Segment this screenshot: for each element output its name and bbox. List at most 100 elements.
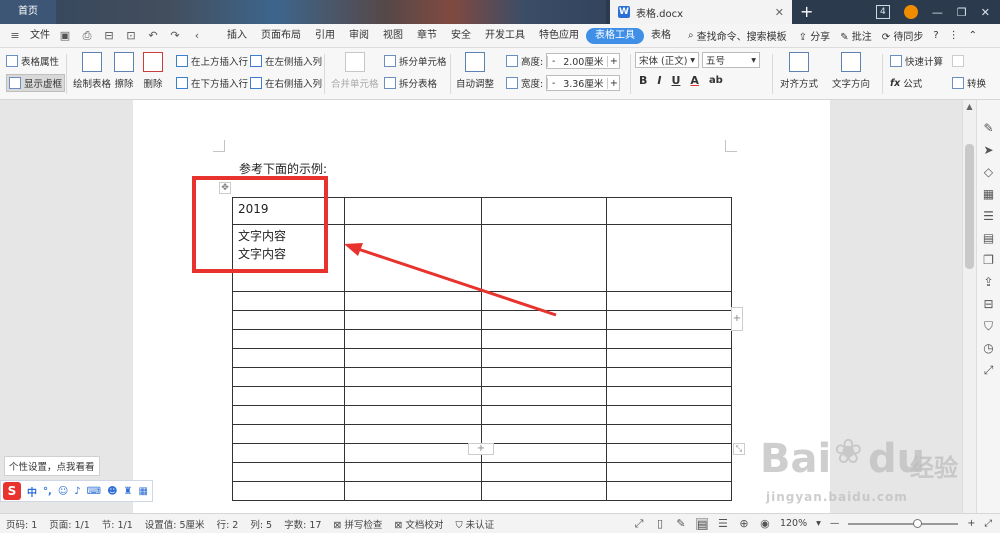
zoom-level[interactable]: 120% [780, 518, 807, 529]
menu-icon[interactable]: ≡ [8, 29, 22, 43]
close-tab-icon[interactable]: ✕ [775, 6, 784, 19]
delete-button[interactable]: 删除 [143, 52, 163, 90]
draw-table-button[interactable]: 绘制表格 [73, 52, 111, 90]
tab-page-layout[interactable]: 页面布局 [254, 24, 308, 48]
print-icon[interactable]: ⊟ [102, 29, 116, 43]
expand-status-icon[interactable]: ⤢ [984, 518, 992, 529]
pen-icon[interactable]: ✎ [982, 122, 995, 135]
font-name-select[interactable]: 宋体 (正文) ▾ [635, 52, 699, 68]
tab-review[interactable]: 审阅 [342, 24, 376, 48]
more-icon[interactable]: ⋮ [949, 30, 959, 41]
user-icon[interactable]: ☻ [107, 486, 117, 497]
decrease-icon[interactable]: - [547, 77, 559, 89]
italic-icon[interactable]: I [657, 74, 661, 87]
grid-menu-icon[interactable]: ▦ [138, 486, 147, 497]
zoom-in-icon[interactable]: + [967, 518, 975, 529]
sync-button[interactable]: ⟳ 待同步 [882, 28, 924, 43]
chevron-down-icon[interactable]: ▾ [816, 518, 821, 529]
share-panel-icon[interactable]: ⇪ [982, 276, 995, 289]
font-size-select[interactable]: 五号 ▾ [702, 52, 760, 68]
emoji-icon[interactable]: ☺ [58, 486, 68, 497]
tab-home[interactable]: 首页 [0, 0, 56, 24]
restore-icon[interactable]: ❐ [957, 6, 967, 19]
table-props-button[interactable]: 表格属性 [6, 52, 65, 70]
highlight-icon[interactable]: ab [709, 75, 723, 86]
scroll-left-icon[interactable]: ‹ [190, 29, 204, 43]
history-icon[interactable]: ◷ [982, 342, 995, 355]
tab-developer[interactable]: 开发工具 [478, 24, 532, 48]
document-icon[interactable]: ▤ [982, 232, 995, 245]
help-icon[interactable]: ? [933, 30, 938, 41]
tab-table-style[interactable]: 表格 [644, 24, 678, 48]
convert-button[interactable]: 转换 [952, 74, 986, 92]
status-pages[interactable]: 页面: 1/1 [43, 517, 96, 531]
underline-icon[interactable]: U [671, 74, 680, 87]
close-window-icon[interactable]: ✕ [981, 6, 990, 19]
layers-icon[interactable]: ❐ [982, 254, 995, 267]
minimize-icon[interactable]: — [932, 6, 943, 19]
align-button[interactable]: 对齐方式 [780, 52, 818, 90]
language-toggle[interactable]: 中 [27, 484, 37, 499]
font-color-icon[interactable]: A [690, 74, 699, 87]
status-word-count[interactable]: 字数: 17 [278, 517, 327, 531]
undo-icon[interactable]: ↶ [146, 29, 160, 43]
bold-icon[interactable]: B [639, 74, 647, 87]
file-menu[interactable]: 文件 [30, 24, 50, 48]
zoom-out-icon[interactable]: — [830, 518, 840, 529]
avatar[interactable] [903, 5, 918, 19]
eye-protection-icon[interactable]: ◉ [759, 517, 771, 530]
outline-view-icon[interactable]: ☰ [717, 517, 729, 530]
tab-count-badge[interactable]: 4 [875, 5, 890, 19]
split-table-button[interactable]: 拆分表格 [384, 74, 447, 92]
redo-icon[interactable]: ↷ [168, 29, 182, 43]
cursor-icon[interactable]: ➤ [982, 144, 995, 157]
width-value[interactable]: 3.36厘米 [559, 76, 607, 90]
settings-sliders-icon[interactable]: ☰ [982, 210, 995, 223]
web-view-icon[interactable]: ⊕ [738, 517, 750, 530]
expand-icon[interactable]: ⤢ [982, 364, 995, 377]
status-set-value[interactable]: 设置值: 5厘米 [139, 517, 211, 531]
tab-view[interactable]: 视图 [376, 24, 410, 48]
tab-table-tools[interactable]: 表格工具 [586, 27, 644, 44]
microphone-icon[interactable]: ♪ [74, 486, 80, 497]
command-search[interactable]: ⌕ 查找命令、搜索模板 [688, 28, 787, 43]
fullscreen-icon[interactable]: ⤢ [633, 517, 645, 530]
height-stepper[interactable]: -2.00厘米 + [546, 53, 621, 69]
save-icon[interactable]: ▣ [58, 29, 72, 43]
sogou-logo-icon[interactable]: S [3, 482, 21, 500]
increase-icon[interactable]: + [607, 77, 619, 89]
skin-icon[interactable]: ♜ [124, 486, 133, 497]
quick-calc-button[interactable]: 快速计算 [890, 52, 943, 70]
insert-below-button[interactable]: 在下方插入行 [176, 74, 248, 92]
shapes-icon[interactable]: ◇ [982, 166, 995, 179]
text-direction-button[interactable]: 文字方向 [832, 52, 870, 90]
formula-button[interactable]: fx 公式 [890, 74, 943, 92]
convert-top-button[interactable] [952, 52, 986, 70]
split-cells-button[interactable]: 拆分单元格 [384, 52, 447, 70]
scroll-up-icon[interactable]: ▲ [963, 100, 976, 114]
doc-proof-button[interactable]: ⊠ 文档校对 [388, 517, 449, 531]
zoom-slider-knob[interactable] [912, 518, 922, 528]
merge-cells-button[interactable]: 合并单元格 [331, 52, 379, 90]
auth-status[interactable]: ⛉ 未认证 [449, 517, 500, 531]
tab-document[interactable]: W 表格.docx ✕ [610, 0, 792, 24]
status-section[interactable]: 节: 1/1 [96, 517, 139, 531]
insert-right-button[interactable]: 在右侧插入列 [250, 74, 322, 92]
auto-fit-button[interactable]: 自动调整 [456, 52, 494, 90]
inbox-icon[interactable]: ⊟ [982, 298, 995, 311]
tab-chapter[interactable]: 章节 [410, 24, 444, 48]
increase-icon[interactable]: + [607, 55, 619, 67]
insert-left-button[interactable]: 在左侧插入列 [250, 52, 322, 70]
table-icon[interactable]: ▦ [982, 188, 995, 201]
print-preview-icon[interactable]: ⊡ [124, 29, 138, 43]
edit-mode-icon[interactable]: ✎ [675, 517, 687, 530]
share-button[interactable]: ⇪ 分享 [799, 28, 831, 43]
insert-above-button[interactable]: 在上方插入行 [176, 52, 248, 70]
height-value[interactable]: 2.00厘米 [559, 54, 607, 68]
punctuation-icon[interactable]: °, [43, 486, 52, 497]
tab-insert[interactable]: 插入 [220, 24, 254, 48]
new-tab-button[interactable]: + [800, 2, 813, 22]
tab-special[interactable]: 特色应用 [532, 24, 586, 48]
status-page-code[interactable]: 页码: 1 [0, 517, 43, 531]
scroll-thumb[interactable] [965, 144, 974, 269]
